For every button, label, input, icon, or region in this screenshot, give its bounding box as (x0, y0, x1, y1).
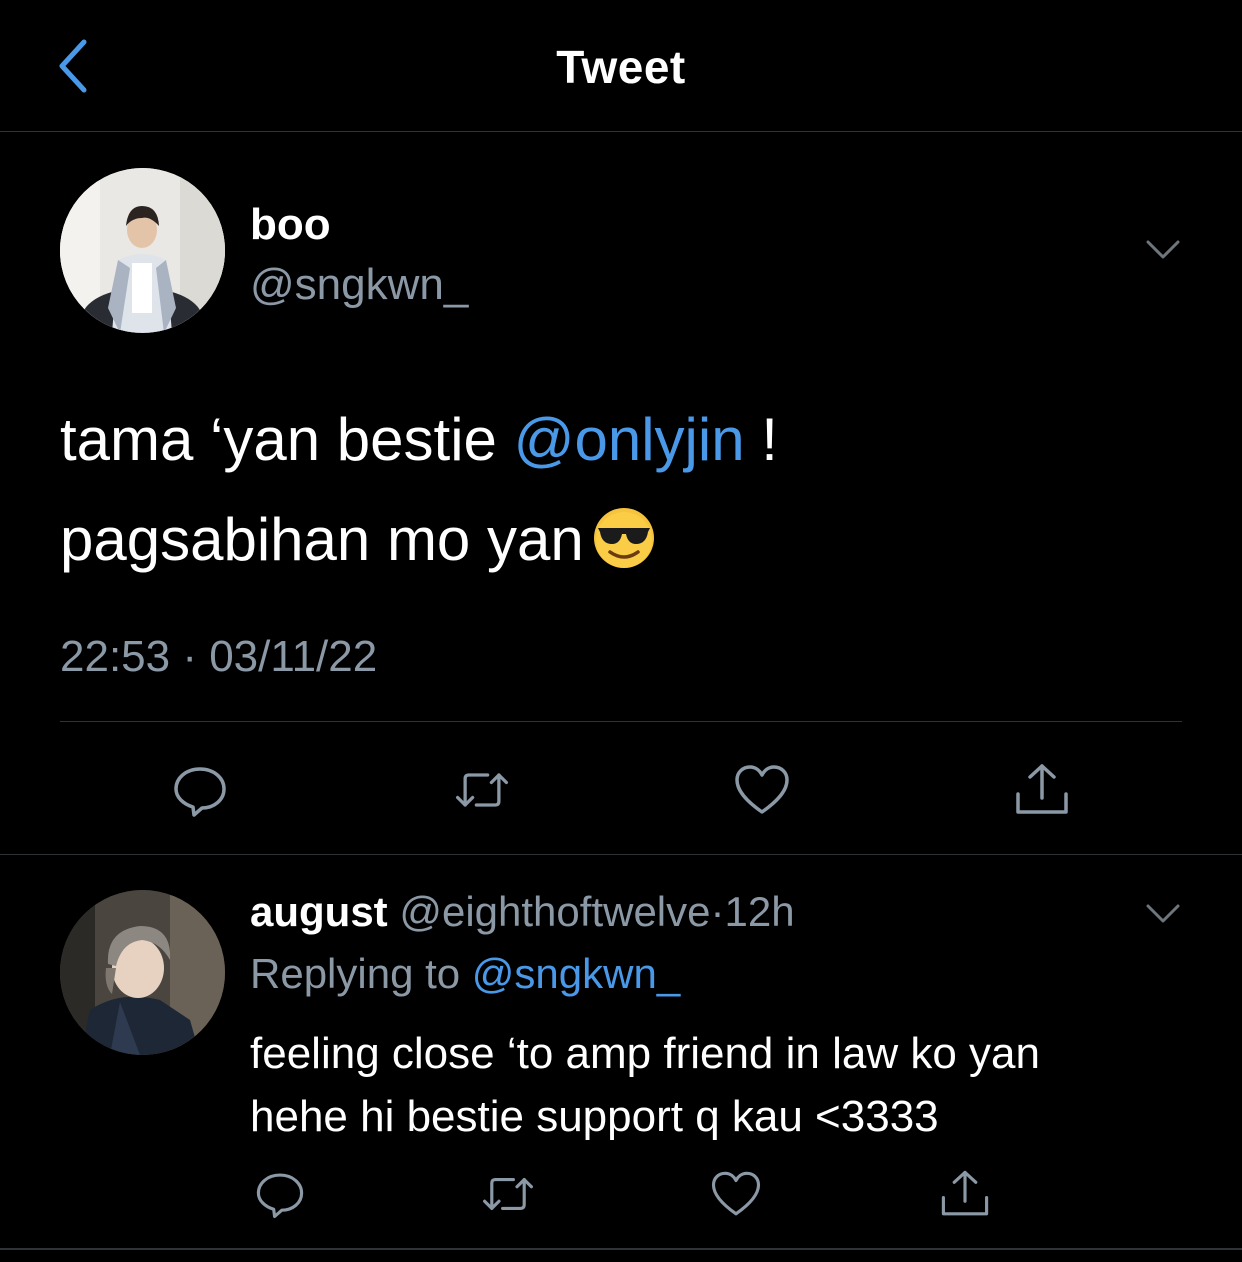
retweet-icon (455, 773, 509, 807)
like-button[interactable] (732, 760, 792, 820)
divider (0, 854, 1242, 855)
author-handle[interactable]: @sngkwn_ (250, 260, 468, 310)
tweet-text-part: ! (744, 406, 778, 473)
profile-photo (60, 890, 225, 1055)
separator-dot: · (710, 888, 725, 935)
like-button[interactable] (706, 1164, 766, 1224)
reply-text: feeling close ‘to amp friend in law ko y… (250, 1022, 1180, 1148)
retweet-icon (483, 1178, 533, 1210)
sunglasses-emoji-icon (592, 500, 656, 568)
author-handle[interactable]: @eighthoftwelve (399, 888, 710, 935)
mention-link[interactable]: @onlyjin (514, 406, 745, 473)
heart-icon (711, 1171, 761, 1216)
chevron-down-icon (1146, 240, 1180, 259)
reply-text-line-1: feeling close ‘to amp friend in law ko y… (250, 1029, 1040, 1078)
reply-button[interactable] (170, 760, 230, 820)
divider (60, 721, 1182, 722)
mention-link[interactable]: @sngkwn_ (472, 950, 680, 997)
share-icon (941, 1170, 989, 1216)
tweet-options-button[interactable] (1140, 894, 1186, 934)
divider (0, 1248, 1242, 1250)
retweet-button[interactable] (478, 1164, 538, 1224)
reply-icon (256, 1173, 304, 1219)
reply-time[interactable]: 12h (725, 888, 795, 935)
page-title: Tweet (556, 41, 686, 93)
tweet-options-button[interactable] (1140, 230, 1186, 270)
reply-icon (174, 767, 226, 817)
avatar[interactable] (60, 168, 225, 333)
tweet-text-line-2: pagsabihan mo yan (60, 490, 1180, 590)
author-display-name[interactable]: boo (250, 200, 331, 250)
tweet-timestamp: 22:53 · 03/11/22 (60, 632, 378, 681)
tweet-text: tama ‘yan bestie @onlyjin ! pagsabihan m… (60, 390, 1180, 590)
share-button[interactable] (935, 1164, 995, 1224)
reply-text-line-2: hehe hi bestie support q kau <3333 (250, 1092, 939, 1141)
tweet-text-part: tama ‘yan bestie (60, 406, 514, 473)
profile-photo (60, 168, 225, 333)
tweet-text-part: pagsabihan mo yan (60, 506, 584, 573)
retweet-button[interactable] (452, 760, 512, 820)
author-display-name[interactable]: august (250, 888, 388, 935)
chevron-down-icon (1146, 904, 1180, 923)
reply-author-line: august @eighthoftwelve·12h (250, 888, 795, 936)
avatar[interactable] (60, 890, 225, 1055)
tweet-text-line-1: tama ‘yan bestie @onlyjin ! (60, 390, 1180, 490)
share-button[interactable] (1012, 760, 1072, 820)
top-nav-bar: Tweet (0, 0, 1242, 132)
replying-to-label: Replying to (250, 950, 472, 997)
heart-icon (735, 765, 789, 814)
reply-button[interactable] (250, 1164, 310, 1224)
replying-to-line: Replying to @sngkwn_ (250, 950, 680, 998)
share-icon (1016, 764, 1068, 814)
